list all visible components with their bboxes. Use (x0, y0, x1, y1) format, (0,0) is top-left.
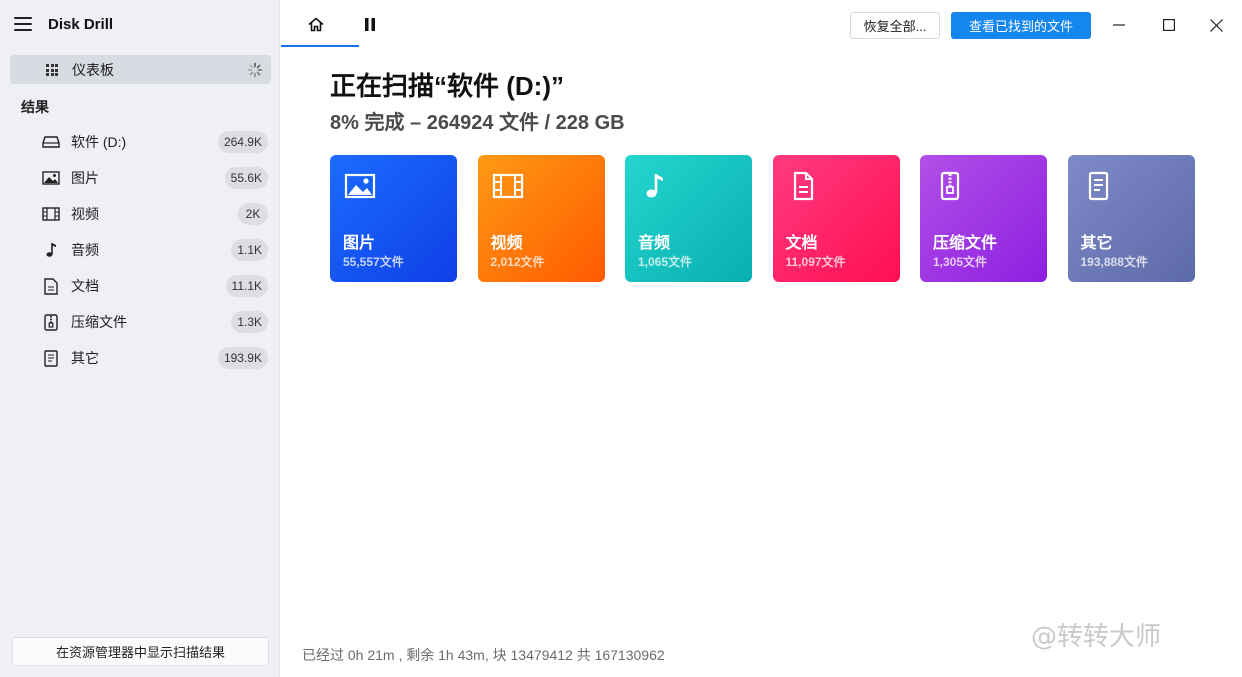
scan-progress-summary: 8% 完成 – 264924 文件 / 228 GB (330, 112, 625, 134)
maximize-icon (1163, 19, 1175, 31)
view-found-files-button[interactable]: 查看已找到的文件 (951, 12, 1091, 39)
close-button[interactable] (1201, 10, 1231, 40)
sidebar-item-label: 软件 (D:) (71, 134, 127, 150)
count-badge: 55.6K (224, 167, 268, 189)
count-badge: 2K (238, 203, 268, 225)
sidebar-item-video[interactable]: 视频 2K (0, 196, 280, 232)
category-card-audio[interactable]: 音频 1,065文件 (625, 155, 752, 282)
grid-icon (46, 64, 58, 76)
card-title: 音频 (638, 235, 671, 252)
image-icon (42, 169, 60, 187)
pause-icon (365, 17, 375, 31)
loading-spinner-icon (247, 62, 263, 78)
category-card-documents[interactable]: 文档 11,097文件 (772, 155, 900, 282)
count-badge: 11.1K (225, 275, 268, 297)
card-file-count: 2,012文件 (490, 255, 545, 269)
restore-all-button[interactable]: 恢复全部... (850, 12, 940, 39)
document-icon (793, 171, 813, 201)
sidebar: Disk Drill 仪表板 结果 软件 (D:) 264.9K 图片 55.6… (0, 0, 280, 677)
scan-status-line: 已经过 0h 21m , 剩余 1h 43m, 块 13479412 共 167… (302, 647, 665, 663)
drive-icon (42, 133, 60, 151)
document-icon (42, 277, 60, 295)
card-title: 图片 (343, 235, 376, 252)
card-title: 压缩文件 (933, 235, 998, 252)
home-icon (308, 16, 324, 31)
card-file-count: 193,888文件 (1080, 255, 1148, 269)
sidebar-item-other[interactable]: 其它 193.9K (0, 340, 280, 376)
sidebar-item-archives[interactable]: 压缩文件 1.3K (0, 304, 280, 340)
watermark-text: @转转大师 (1031, 622, 1162, 652)
hamburger-menu-icon[interactable] (14, 17, 32, 31)
archive-icon (940, 171, 960, 201)
sidebar-item-label: 文档 (71, 278, 99, 294)
image-icon (344, 173, 376, 199)
maximize-button[interactable] (1154, 10, 1184, 40)
music-note-icon (42, 241, 60, 259)
sidebar-item-documents[interactable]: 文档 11.1K (0, 268, 280, 304)
archive-icon (42, 313, 60, 331)
count-badge: 1.3K (231, 311, 268, 333)
card-file-count: 1,305文件 (933, 255, 988, 269)
sidebar-item-drive[interactable]: 软件 (D:) 264.9K (0, 124, 280, 160)
sidebar-item-label: 图片 (71, 170, 99, 186)
category-card-other[interactable]: 其它 193,888文件 (1067, 155, 1195, 282)
card-title: 文档 (785, 235, 818, 252)
other-file-icon (42, 349, 60, 367)
page-title: 正在扫描“软件 (D:)” (330, 71, 564, 101)
sidebar-item-label: 其它 (71, 350, 99, 366)
count-badge: 193.9K (217, 347, 268, 369)
sidebar-item-audio[interactable]: 音频 1.1K (0, 232, 280, 268)
minimize-icon (1113, 24, 1125, 26)
sidebar-item-label: 仪表板 (72, 61, 114, 78)
sidebar-item-label: 视频 (71, 206, 99, 222)
category-card-archives[interactable]: 压缩文件 1,305文件 (920, 155, 1047, 282)
sidebar-item-dashboard[interactable]: 仪表板 (10, 55, 271, 84)
card-file-count: 11,097文件 (785, 255, 846, 269)
pause-button[interactable] (351, 0, 389, 48)
main-panel: 恢复全部... 查看已找到的文件 正在扫描“软件 (D:)” 8% 完成 – 2… (281, 0, 1242, 677)
app-title: Disk Drill (48, 15, 114, 33)
card-file-count: 1,065文件 (638, 255, 693, 269)
results-list: 软件 (D:) 264.9K 图片 55.6K 视频 2K 音频 1.1K 文档… (0, 124, 280, 376)
card-title: 其它 (1080, 235, 1113, 252)
film-icon (492, 173, 523, 199)
card-file-count: 55,557文件 (343, 255, 404, 269)
category-card-pictures[interactable]: 图片 55,557文件 (330, 155, 457, 282)
tab-home[interactable] (281, 0, 359, 48)
music-note-icon (646, 174, 663, 198)
sidebar-item-pictures[interactable]: 图片 55.6K (0, 160, 280, 196)
other-file-icon (1088, 171, 1108, 201)
category-card-video[interactable]: 视频 2,012文件 (477, 155, 605, 282)
sidebar-item-label: 压缩文件 (71, 314, 127, 330)
results-section-title: 结果 (21, 99, 49, 115)
card-title: 视频 (490, 235, 523, 252)
show-in-explorer-button[interactable]: 在资源管理器中显示扫描结果 (12, 637, 269, 666)
count-badge: 264.9K (217, 131, 268, 153)
close-icon (1209, 18, 1223, 32)
count-badge: 1.1K (231, 239, 268, 261)
category-cards: 图片 55,557文件 视频 2,012文件 音频 1,065文件 文档 11,… (330, 155, 1215, 282)
watermark: @转转大师 (1031, 616, 1161, 653)
sidebar-header: Disk Drill (0, 0, 279, 48)
sidebar-item-label: 音频 (71, 242, 99, 258)
toolbar-tabs (281, 0, 389, 48)
minimize-button[interactable] (1104, 10, 1134, 40)
film-icon (42, 205, 60, 223)
